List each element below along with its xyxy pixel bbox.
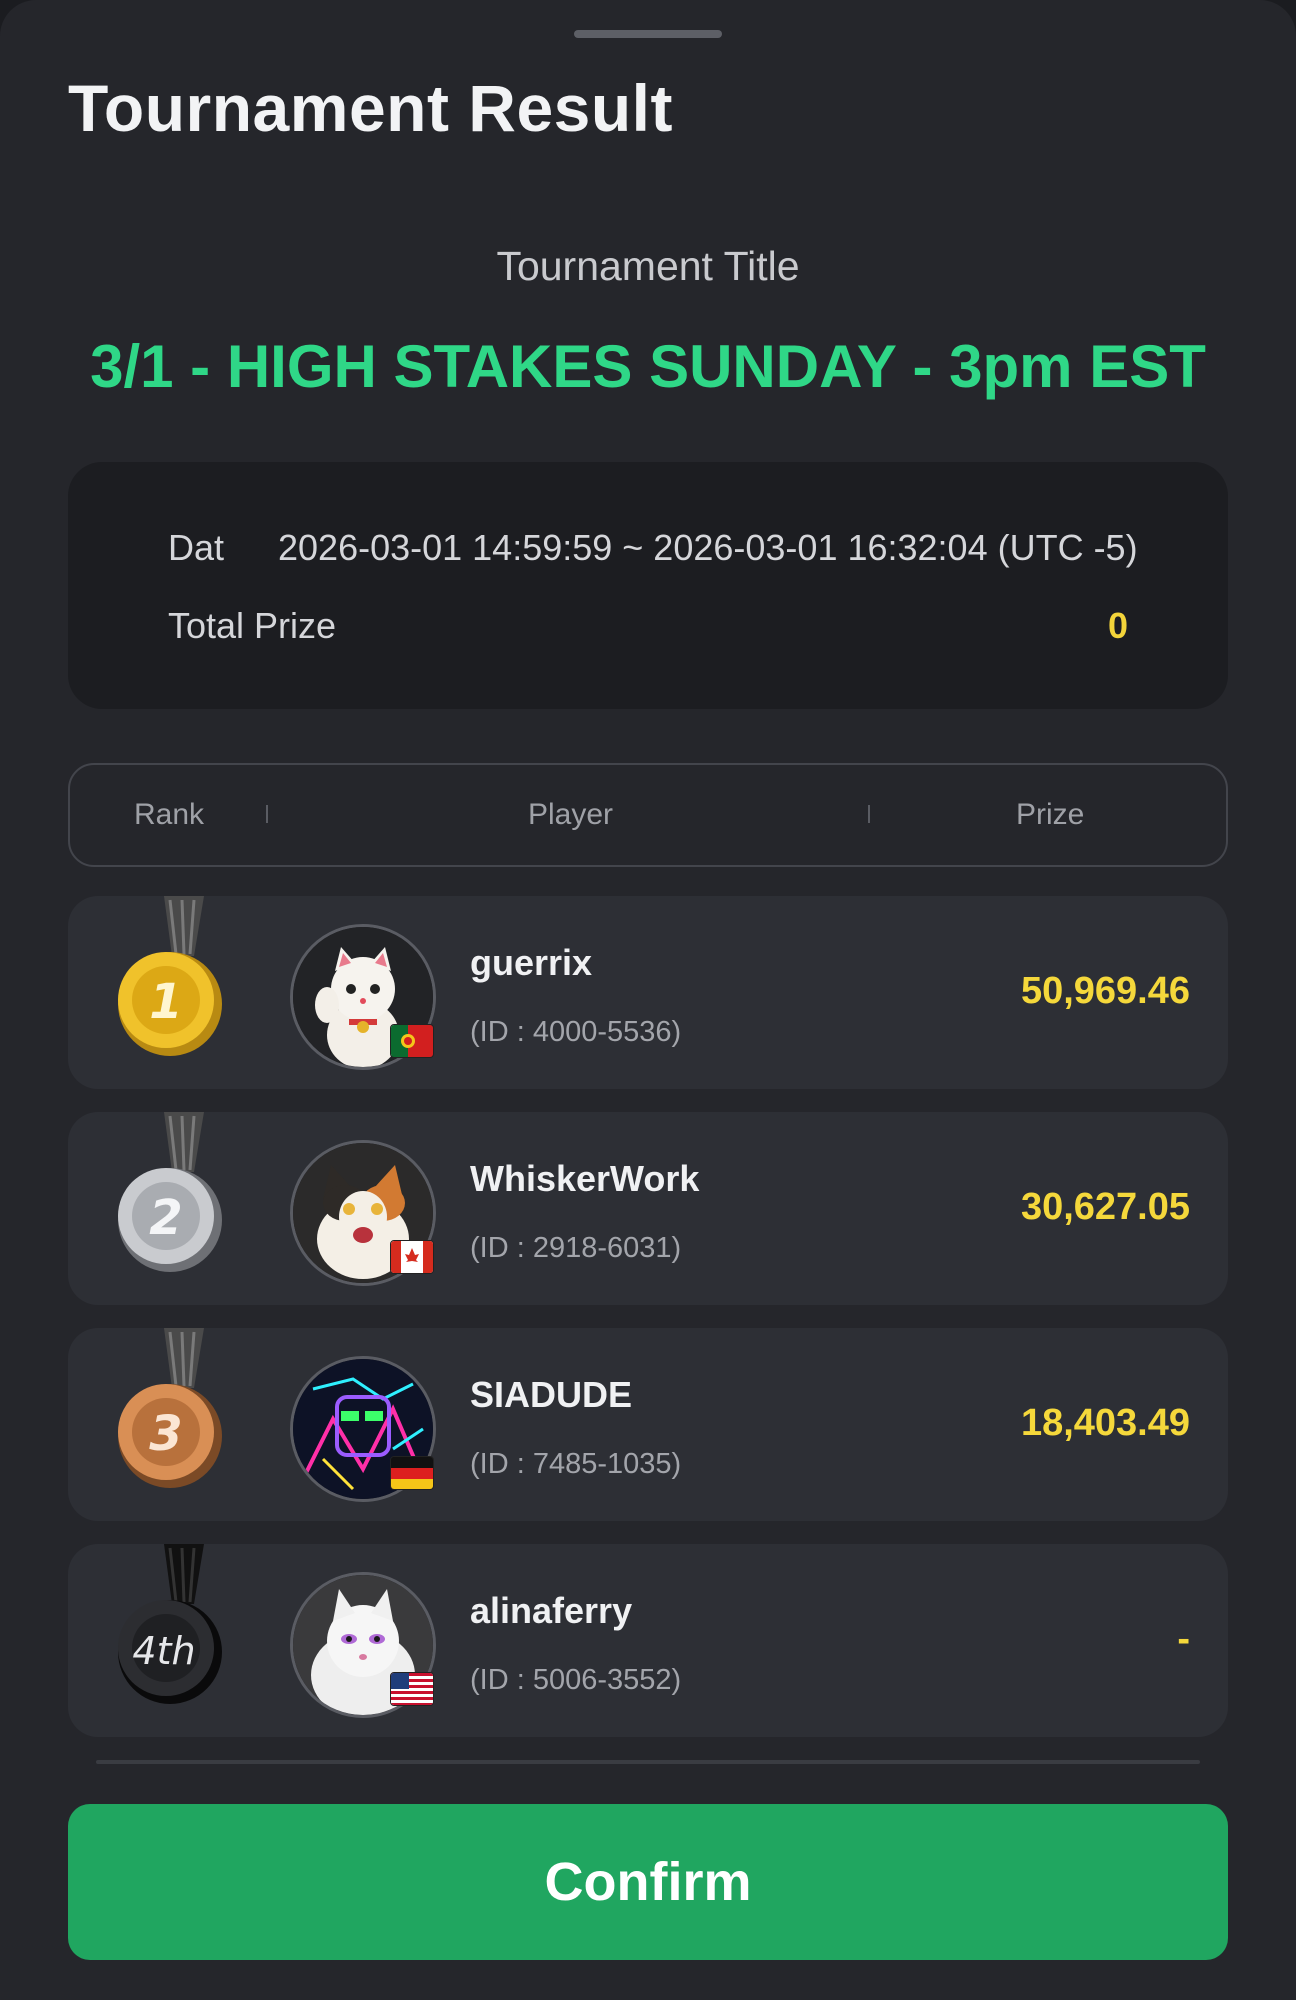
player-prize: - — [1177, 1618, 1190, 1660]
player-avatar-wrap[interactable] — [290, 924, 436, 1070]
page-title: Tournament Result — [68, 71, 673, 145]
player-avatar-wrap[interactable] — [290, 1356, 436, 1502]
gold-medal-icon: 1 — [118, 896, 222, 1056]
drag-handle[interactable] — [574, 30, 722, 38]
portugal-flag-icon — [390, 1024, 434, 1058]
date-value: 2026-03-01 14:59:59 ~ 2026-03-01 16:32:0… — [278, 527, 1138, 568]
results-table-header: Rank Player Prize — [68, 763, 1228, 867]
table-row[interactable]: 1 guerrix (ID: 4000-5536) 50,969.46 — [68, 896, 1228, 1089]
rank-column-header: Rank — [134, 798, 205, 831]
player-id: (ID : 4000-5536) — [470, 1016, 682, 1048]
confirm-button[interactable]: Confirm — [68, 1804, 1228, 1960]
prize-column-header: Prize — [1016, 798, 1085, 831]
black-medal-icon: 4th — [118, 1544, 222, 1704]
player-prize: 50,969.46 — [1020, 970, 1190, 1012]
total-prize-value: 0 — [1107, 605, 1128, 646]
next-row-peek — [96, 1760, 1200, 1764]
medal-rank-number: 1 — [149, 974, 182, 1030]
player-id: (ID : 5006-3552) — [470, 1664, 682, 1696]
table-row[interactable]: 3 SIADUDE (ID: 7485-1035) 18,403.49 — [68, 1328, 1228, 1521]
result-sheet: Tournament Result Tournament Title 3/1 -… — [0, 0, 1296, 2000]
column-divider — [266, 805, 268, 823]
medal-rank-number: 4th — [132, 1629, 195, 1673]
medal-rank-number: 3 — [149, 1406, 182, 1462]
player-id: (ID : 2918-6031) — [470, 1232, 682, 1264]
player-column-header: Player — [528, 798, 614, 831]
silver-medal-icon: 2 — [118, 1112, 222, 1272]
table-row[interactable]: 4th alinaferry (ID: 5006-3552) - — [68, 1544, 1228, 1737]
player-name[interactable]: WhiskerWork — [470, 1158, 699, 1200]
usa-flag-icon — [390, 1672, 434, 1706]
canada-flag-icon — [390, 1240, 434, 1274]
column-divider — [868, 805, 870, 823]
bronze-medal-icon: 3 — [118, 1328, 222, 1488]
player-avatar-wrap[interactable] — [290, 1572, 436, 1718]
player-name[interactable]: guerrix — [470, 942, 592, 984]
total-prize-label: Total Prize — [168, 605, 337, 646]
medal-rank-number: 2 — [149, 1190, 182, 1246]
tournament-title-label: Tournament Title — [496, 243, 800, 289]
germany-flag-icon — [390, 1456, 434, 1490]
player-name[interactable]: SIADUDE — [470, 1374, 632, 1416]
date-label: Dat — [168, 527, 225, 568]
player-name[interactable]: alinaferry — [470, 1590, 632, 1632]
tournament-info-card: Dat 2026-03-01 14:59:59 ~ 2026-03-01 16:… — [68, 462, 1228, 709]
player-id: (ID : 7485-1035) — [470, 1448, 682, 1480]
player-prize: 30,627.05 — [1020, 1186, 1190, 1228]
tournament-name: 3/1 - HIGH STAKES SUNDAY - 3pm EST — [90, 333, 1206, 400]
table-row[interactable]: 2 WhiskerWork (ID: 2918-6031) 30,627.05 — [68, 1112, 1228, 1305]
player-prize: 18,403.49 — [1020, 1402, 1190, 1444]
player-avatar-wrap[interactable] — [290, 1140, 436, 1286]
